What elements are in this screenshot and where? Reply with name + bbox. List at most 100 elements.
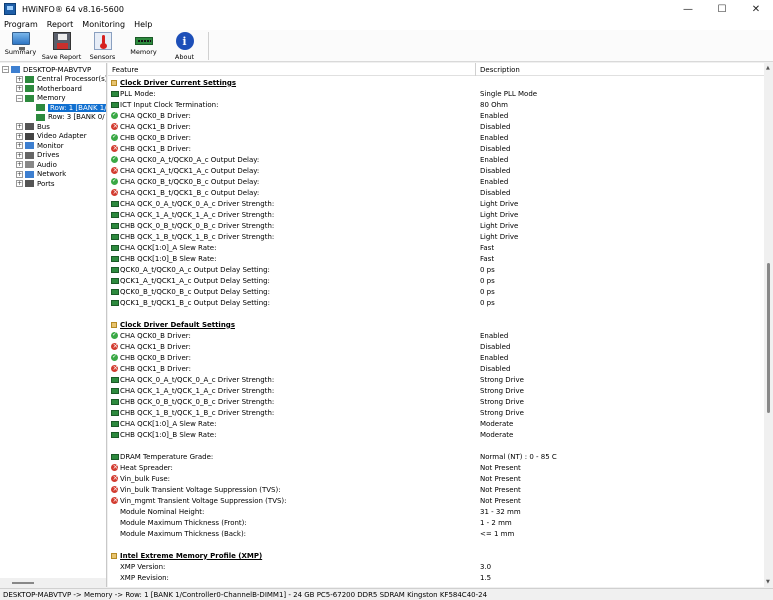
tree-item[interactable]: + Motherboard (16, 84, 82, 93)
menu-program[interactable]: Program (4, 20, 38, 29)
feature-row[interactable]: CHA QCK_0_A_t/QCK_0_A_c Driver Strength:… (108, 374, 764, 385)
feature-row[interactable]: PLL Mode: Single PLL Mode (108, 88, 764, 99)
feature-row[interactable]: CHA QCK1_B Driver: Disabled (108, 121, 764, 132)
cross-icon (111, 144, 118, 152)
tree-item[interactable]: + Ports (16, 179, 55, 188)
expand-icon[interactable]: + (16, 142, 23, 149)
check-icon (111, 155, 118, 163)
tree-item[interactable]: + Monitor (16, 141, 64, 150)
save-report-button[interactable]: Save Report (41, 30, 82, 62)
about-button[interactable]: i About (164, 30, 205, 62)
feature-row[interactable]: Vin_bulk Fuse: Not Present (108, 473, 764, 484)
summary-button[interactable]: Summary (0, 30, 41, 62)
feature-label: Module Nominal Height: (120, 507, 205, 516)
collapse-icon[interactable]: − (16, 94, 23, 102)
feature-row[interactable]: Module Maximum Thickness (Back): <= 1 mm (108, 528, 764, 539)
feature-row[interactable]: CHB QCK[1:0]_B Slew Rate: Fast (108, 253, 764, 264)
collapse-icon[interactable]: − (2, 66, 9, 73)
expand-icon[interactable]: + (16, 123, 23, 130)
menu-help[interactable]: Help (134, 20, 152, 29)
expand-icon[interactable]: + (16, 170, 23, 178)
minimize-button[interactable]: — (671, 0, 705, 18)
tree-item[interactable]: + Drives (16, 151, 59, 160)
sensors-button[interactable]: Sensors (82, 30, 123, 62)
section-header[interactable]: Intel Extreme Memory Profile (XMP) (108, 550, 764, 561)
feature-row[interactable]: CHB QCK_1_B_t/QCK_1_B_c Driver Strength:… (108, 407, 764, 418)
feature-row[interactable]: CHB QCK_0_B_t/QCK_0_B_c Driver Strength:… (108, 220, 764, 231)
scroll-thumb[interactable] (767, 263, 770, 413)
tree-item[interactable]: + Central Processor(s) (16, 75, 106, 84)
feature-row[interactable]: QCK1_B_t/QCK1_B_c Output Delay Setting: 0… (108, 297, 764, 308)
feature-row[interactable]: CHB QCK1_B Driver: Disabled (108, 143, 764, 154)
section-header[interactable]: Clock Driver Current Settings (108, 77, 764, 88)
tree-item[interactable]: + Video Adapter (16, 132, 87, 141)
section-icon (111, 552, 117, 559)
feature-label: CHB QCK_1_B_t/QCK_1_B_c Driver Strength: (120, 232, 275, 241)
feature-column-header[interactable]: Feature (112, 66, 138, 74)
feature-row[interactable]: XMP Version: 3.0 (108, 561, 764, 572)
feature-row[interactable]: Heat Spreader: Not Present (108, 462, 764, 473)
feature-row[interactable]: CHA QCK[1:0]_A Slew Rate: Fast (108, 242, 764, 253)
feature-row[interactable]: CHA QCK_1_A_t/QCK_1_A_c Driver Strength:… (108, 385, 764, 396)
menu-monitoring[interactable]: Monitoring (82, 20, 125, 29)
maximize-icon: ☐ (717, 3, 727, 15)
feature-row[interactable]: QCK1_A_t/QCK1_A_c Output Delay Setting: 0… (108, 275, 764, 286)
feature-row[interactable]: CHB QCK0_B Driver: Enabled (108, 132, 764, 143)
feature-row[interactable]: CHB QCK_1_B_t/QCK_1_B_c Driver Strength:… (108, 231, 764, 242)
feature-row[interactable]: Vin_mgmt Transient Voltage Suppression (… (108, 495, 764, 506)
scroll-up-icon[interactable]: ▲ (766, 65, 770, 71)
vertical-scrollbar[interactable]: ▲ ▼ (764, 63, 773, 587)
feature-row[interactable]: Module Maximum Thickness (Front): 1 - 2 m… (108, 517, 764, 528)
feature-row[interactable]: CHA QCK1_B Driver: Disabled (108, 341, 764, 352)
feature-row[interactable]: DRAM Temperature Grade: Normal (NT) : 0 -… (108, 451, 764, 462)
expand-icon[interactable]: + (16, 75, 23, 83)
feature-row[interactable]: CHA QCK_0_A_t/QCK_0_A_c Driver Strength:… (108, 198, 764, 209)
feature-row[interactable]: Module Nominal Height: 31 - 32 mm (108, 506, 764, 517)
section-header[interactable]: Clock Driver Default Settings (108, 319, 764, 330)
device-tree[interactable]: − DESKTOP-MABVTVP + Central Processor(s) + Mo… (0, 63, 107, 587)
feature-row[interactable]: CHA QCK1_A_t/QCK1_A_c Output Delay: Disab… (108, 165, 764, 176)
expand-icon[interactable]: + (16, 85, 23, 92)
feature-value: Enabled (480, 155, 509, 164)
expand-icon[interactable]: + (16, 151, 23, 159)
feature-row[interactable]: CHA QCK0_B_t/QCK0_B_c Output Delay: Enabl… (108, 176, 764, 187)
description-column-header[interactable]: Description (480, 66, 520, 74)
feature-row[interactable]: CHB QCK_0_B_t/QCK_0_B_c Driver Strength:… (108, 396, 764, 407)
chip-icon (111, 409, 119, 416)
expand-icon[interactable]: + (16, 132, 23, 140)
tree-item[interactable]: + Network (16, 170, 66, 179)
feature-row[interactable]: XMP Revision: 1.5 (108, 572, 764, 583)
feature-row[interactable]: CHA QCK0_B Driver: Enabled (108, 110, 764, 121)
maximize-button[interactable]: ☐ (705, 0, 739, 18)
feature-row[interactable]: Vin_bulk Transient Voltage Suppression (… (108, 484, 764, 495)
feature-row[interactable]: CHA QCK0_A_t/QCK0_A_c Output Delay: Enabl… (108, 154, 764, 165)
feature-row[interactable]: QCK0_A_t/QCK0_A_c Output Delay Setting: 0… (108, 264, 764, 275)
tree-item[interactable]: − Memory (16, 94, 65, 103)
close-button[interactable]: ✕ (739, 0, 773, 18)
tree-item-label: Monitor (37, 141, 64, 150)
feature-row[interactable]: QCK0_B_t/QCK0_B_c Output Delay Setting: 0… (108, 286, 764, 297)
feature-row[interactable]: CHB QCK[1:0]_B Slew Rate: Moderate (108, 429, 764, 440)
cross-icon (111, 122, 118, 130)
expand-icon[interactable]: + (16, 180, 23, 187)
tree-horizontal-scrollbar[interactable] (0, 578, 106, 587)
tree-item[interactable]: Row: 1 [BANK 1/ (36, 103, 106, 112)
feature-row[interactable]: CHA QCK1_B_t/QCK1_B_c Output Delay: Disab… (108, 187, 764, 198)
tree-item[interactable]: − DESKTOP-MABVTVP (2, 65, 91, 74)
feature-row[interactable]: CHA QCK[1:0]_A Slew Rate: Moderate (108, 418, 764, 429)
feature-row[interactable]: CHA QCK0_B Driver: Enabled (108, 330, 764, 341)
expand-icon[interactable]: + (16, 161, 23, 168)
scroll-down-icon[interactable]: ▼ (766, 579, 770, 585)
feature-row[interactable]: CHB QCK1_B Driver: Disabled (108, 363, 764, 374)
feature-value: Light Drive (480, 221, 519, 230)
tree-item[interactable]: + Audio (16, 160, 57, 169)
feature-value: Single PLL Mode (480, 89, 538, 98)
feature-row[interactable]: ICT Input Clock Termination: 80 Ohm (108, 99, 764, 110)
memory-button[interactable]: Memory (123, 30, 164, 62)
feature-row[interactable]: CHA QCK_1_A_t/QCK_1_A_c Driver Strength:… (108, 209, 764, 220)
feature-row[interactable]: CHB QCK0_B Driver: Enabled (108, 352, 764, 363)
tree-item[interactable]: + Bus (16, 122, 50, 131)
tree-item[interactable]: Row: 3 [BANK 0/ (36, 113, 105, 122)
menu-report[interactable]: Report (47, 20, 74, 29)
column-divider[interactable] (475, 63, 476, 76)
